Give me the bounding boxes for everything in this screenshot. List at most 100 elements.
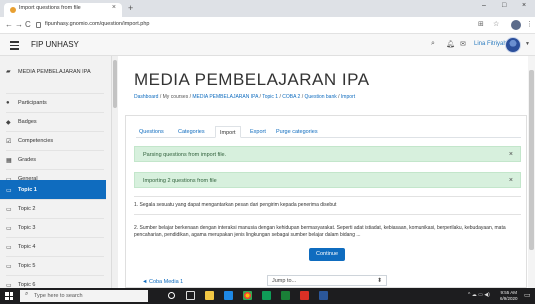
lock-icon <box>36 22 41 28</box>
forward-button[interactable]: → <box>15 20 23 30</box>
question-2-text: 2. Sumber belajar berkenaan dengan inter… <box>134 225 506 238</box>
question-1-text: 1. Segala sesuatu yang dapat mengantarka… <box>134 202 337 208</box>
tab-import[interactable]: Import <box>215 126 241 138</box>
system-tray-icons[interactable]: ^ ☁ ▭ ◀) <box>468 292 490 298</box>
previous-activity-link[interactable]: ◄ Coba Media 1 <box>142 279 183 285</box>
jump-to-value: Jump to... <box>272 278 297 284</box>
breadcrumb: Dashboard / My courses / MEDIA PEMBELAJA… <box>134 94 355 100</box>
close-icon[interactable]: × <box>509 151 513 158</box>
chat-icon[interactable]: ✉ <box>460 40 466 48</box>
alert-importing: Importing 2 questions from file × <box>134 172 521 188</box>
breadcrumb-separator: / <box>279 94 281 100</box>
breadcrumb-coba-2[interactable]: COBA 2 <box>282 94 300 100</box>
moodle-favicon-icon <box>10 7 16 13</box>
edge-icon[interactable] <box>224 291 233 300</box>
drawer-item-badges[interactable]: ◆ Badges <box>6 113 104 132</box>
drawer-item-topic-5[interactable]: ▭ Topic 5 <box>6 257 104 276</box>
breadcrumb-dashboard[interactable]: Dashboard <box>134 94 158 100</box>
site-navbar: FIP UNHASY ⌕ 🔔︎ ✉ Lina Fitriyah ▼ <box>0 34 535 56</box>
browser-profile-icon[interactable] <box>511 20 521 30</box>
divider <box>134 214 521 215</box>
taskbar-clock[interactable]: 9:55 AM 6/9/2020 <box>500 290 518 301</box>
folder-icon: ▭ <box>6 264 12 270</box>
minimize-button[interactable]: – <box>482 2 486 9</box>
windows-start-icon[interactable] <box>5 292 13 300</box>
breadcrumb-course[interactable]: MEDIA PEMBELAJARAN IPA <box>192 94 258 100</box>
drawer-scrollbar[interactable] <box>112 56 118 288</box>
users-icon: ● <box>6 100 10 106</box>
task-view-icon[interactable] <box>186 291 195 300</box>
chevron-down-icon[interactable]: ▼ <box>525 41 530 47</box>
page-scrollbar-thumb[interactable] <box>529 70 534 250</box>
browser-menu-icon[interactable]: ⋮ <box>526 20 533 28</box>
drawer-item-topic-1[interactable]: ▭ Topic 1 <box>0 180 106 200</box>
notifications-icon[interactable]: ▭ <box>524 291 531 299</box>
tab-title: Import questions from file <box>19 5 81 11</box>
table-icon: ▦ <box>6 158 12 164</box>
folder-icon: ▭ <box>6 188 12 194</box>
new-tab-button[interactable]: + <box>128 3 133 13</box>
divider <box>134 196 521 197</box>
chrome-icon[interactable] <box>243 291 252 300</box>
tab-categories[interactable]: Categories <box>178 126 205 138</box>
folder-icon: ▭ <box>6 226 12 232</box>
alert-text: Importing 2 questions from file <box>143 178 217 184</box>
taskbar-search-placeholder: Type here to search <box>34 293 83 299</box>
reload-button[interactable]: C <box>25 20 31 30</box>
taskbar-search-input[interactable]: ⌕ Type here to search <box>20 290 148 302</box>
bookmark-star-icon[interactable]: ☆ <box>493 20 499 28</box>
drawer-item-competencies[interactable]: ☑ Competencies <box>6 132 104 151</box>
browser-tab-strip: Import questions from file × + – □ × <box>0 0 535 17</box>
course-drawer: ▰ MEDIA PEMBELAJARAN IPA ● Participants … <box>0 56 112 289</box>
search-icon[interactable]: ⌕ <box>431 40 435 48</box>
jump-to-select[interactable]: Jump to... ⬍ <box>267 275 387 286</box>
user-name[interactable]: Lina Fitriyah <box>474 41 507 47</box>
file-explorer-icon[interactable] <box>205 291 214 300</box>
breadcrumb-separator: / <box>301 94 304 100</box>
breadcrumb-question-bank[interactable]: Question bank <box>305 94 337 100</box>
browser-tab[interactable]: Import questions from file × <box>4 3 122 17</box>
folder-icon: ▭ <box>6 207 12 213</box>
search-icon: ⌕ <box>25 291 29 297</box>
hamburger-menu-icon[interactable] <box>10 39 19 50</box>
tab-export[interactable]: Export <box>250 126 266 138</box>
cortana-icon[interactable] <box>168 292 175 299</box>
drawer-item-participants[interactable]: ● Participants <box>6 94 104 113</box>
address-bar: ← → C fipunhasy.gnomio.com/question/impo… <box>0 17 535 34</box>
drawer-item-topic-3[interactable]: ▭ Topic 3 <box>6 219 104 238</box>
alert-parsing: Parsing questions from import file. × <box>134 146 521 162</box>
breadcrumb-separator: / <box>338 94 340 100</box>
breadcrumb-my-courses[interactable]: My courses <box>163 94 189 100</box>
translate-icon[interactable]: ⊞ <box>478 20 484 28</box>
drawer-item-topic-4[interactable]: ▭ Topic 4 <box>6 238 104 257</box>
user-avatar[interactable] <box>505 37 521 53</box>
continue-button[interactable]: Continue <box>309 248 345 261</box>
breadcrumb-separator: / <box>259 94 261 100</box>
page-scrollbar[interactable] <box>528 56 535 288</box>
maximize-button[interactable]: □ <box>502 2 506 9</box>
breadcrumb-import[interactable]: Import <box>341 94 355 100</box>
word-icon[interactable] <box>319 291 328 300</box>
back-button[interactable]: ← <box>5 20 13 30</box>
breadcrumb-separator: / <box>189 94 191 100</box>
shield-icon: ◆ <box>6 120 11 126</box>
drawer-item-topic-2[interactable]: ▭ Topic 2 <box>6 200 104 219</box>
site-name[interactable]: FIP UNHASY <box>31 40 79 49</box>
breadcrumb-topic-1[interactable]: Topic 1 <box>262 94 278 100</box>
app-icon[interactable] <box>262 291 271 300</box>
close-window-button[interactable]: × <box>522 2 526 9</box>
tab-questions[interactable]: Questions <box>139 126 164 138</box>
drawer-scrollbar-thumb[interactable] <box>113 60 117 108</box>
drawer-item-topic-6[interactable]: ▭ Topic 6 <box>6 276 104 289</box>
excel-icon[interactable] <box>281 291 290 300</box>
graduation-cap-icon: ▰ <box>6 69 11 75</box>
tab-close-icon[interactable]: × <box>112 4 116 11</box>
folder-icon: ▭ <box>6 245 12 251</box>
drawer-item-course[interactable]: ▰ MEDIA PEMBELAJARAN IPA <box>6 66 104 94</box>
close-icon[interactable]: × <box>509 177 513 184</box>
url-field[interactable]: fipunhasy.gnomio.com/question/import.php <box>45 21 149 27</box>
app-icon[interactable] <box>300 291 309 300</box>
tab-purge-categories[interactable]: Purge categories <box>276 126 318 138</box>
bell-icon[interactable]: 🔔︎ <box>446 40 455 48</box>
drawer-item-grades[interactable]: ▦ Grades <box>6 151 104 170</box>
